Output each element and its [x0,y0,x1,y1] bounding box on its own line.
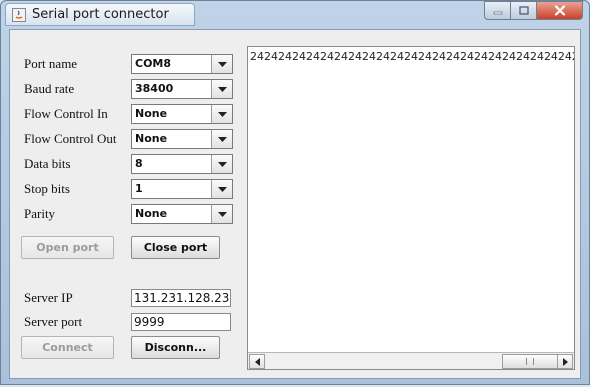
scroll-right-button[interactable] [557,354,573,369]
chevron-down-icon[interactable] [211,155,232,173]
flow-control-out-label: Flow Control Out [24,131,117,146]
port-name-value: COM8 [135,57,172,70]
server-port-label: Server port [24,314,83,329]
chevron-right-icon [562,357,568,366]
flow-control-out-select[interactable]: None [131,129,233,149]
server-ip-field[interactable]: 131.231.128.23 [131,289,231,307]
disconnect-button[interactable]: Disconn... [131,336,220,359]
data-bits-value: 8 [135,157,143,170]
chevron-down-icon[interactable] [211,55,232,73]
minimize-icon [493,11,502,14]
parity-select[interactable]: None [131,204,233,224]
port-name-select[interactable]: COM8 [131,54,233,74]
baud-rate-select[interactable]: 38400 [131,79,233,99]
java-app-icon [12,8,26,22]
connect-button[interactable]: Connect [21,336,114,359]
maximize-icon [518,6,529,15]
horizontal-scrollbar[interactable] [248,352,574,369]
stop-bits-select[interactable]: 1 [131,179,233,199]
title-bar[interactable]: Serial port connector [1,1,589,28]
app-window: Serial port connector Port name COM8 Bau… [0,0,590,385]
window-controls [484,1,583,21]
chevron-down-icon[interactable] [211,80,232,98]
port-name-label: Port name [24,56,78,71]
chevron-down-icon[interactable] [211,130,232,148]
grip-icon [526,358,534,365]
scroll-thumb[interactable] [502,354,558,369]
flow-control-in-label: Flow Control In [24,106,108,121]
scroll-left-button[interactable] [249,354,265,369]
server-ip-label: Server IP [24,290,73,305]
chevron-down-icon[interactable] [211,180,232,198]
close-port-button[interactable]: Close port [131,236,220,259]
stop-bits-label: Stop bits [24,181,70,196]
server-port-field[interactable]: 9999 [131,313,231,331]
close-button[interactable] [537,1,583,20]
serial-output-text: 2424242424242424242424242424242424242424… [250,50,574,63]
data-bits-select[interactable]: 8 [131,154,233,174]
chevron-down-icon[interactable] [211,205,232,223]
parity-value: None [135,207,168,220]
baud-rate-label: Baud rate [24,81,75,96]
open-port-button[interactable]: Open port [21,236,114,259]
window-title: Serial port connector [32,7,169,22]
flow-control-in-select[interactable]: None [131,104,233,124]
maximize-button[interactable] [511,1,537,20]
serial-output-area[interactable]: 2424242424242424242424242424242424242424… [247,46,575,370]
flow-control-in-value: None [135,107,168,120]
close-icon [554,5,565,16]
chevron-down-icon[interactable] [211,105,232,123]
chevron-left-icon [254,357,260,366]
parity-label: Parity [24,206,56,221]
flow-control-out-value: None [135,132,168,145]
minimize-button[interactable] [484,1,511,20]
stop-bits-value: 1 [135,182,143,195]
baud-rate-value: 38400 [135,82,174,95]
content-panel: Port name COM8 Baud rate 38400 Flow Cont… [9,29,581,379]
data-bits-label: Data bits [24,156,71,171]
title-tab: Serial port connector [5,3,195,26]
